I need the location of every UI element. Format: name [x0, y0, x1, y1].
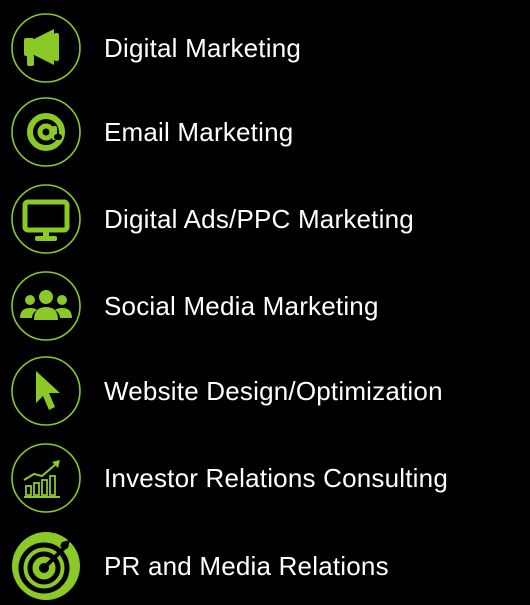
service-item-digital-marketing: Digital Marketing [10, 12, 301, 84]
service-item-email-marketing: Email Marketing [10, 96, 293, 168]
service-item-digital-ads-ppc: Digital Ads/PPC Marketing [10, 183, 414, 255]
service-label: Website Design/Optimization [104, 376, 443, 406]
service-item-website-design: Website Design/Optimization [10, 355, 443, 427]
growth-chart-icon [10, 442, 82, 514]
at-sign-icon [10, 96, 82, 168]
service-label: Social Media Marketing [104, 291, 379, 321]
services-list: Digital Marketing Email Marketing Digita… [0, 0, 530, 605]
service-label: Investor Relations Consulting [104, 463, 448, 493]
service-label: PR and Media Relations [104, 551, 389, 581]
monitor-icon [10, 183, 82, 255]
service-item-investor-relations: Investor Relations Consulting [10, 442, 448, 514]
service-item-social-media: Social Media Marketing [10, 270, 379, 342]
megaphone-icon [10, 12, 82, 84]
service-label: Digital Marketing [104, 33, 302, 63]
service-label: Digital Ads/PPC Marketing [104, 204, 414, 234]
service-item-pr-media: PR and Media Relations [10, 530, 389, 602]
target-dart-icon [10, 530, 82, 602]
users-group-icon [10, 270, 82, 342]
service-label: Email Marketing [104, 117, 294, 147]
cursor-pointer-icon [10, 355, 82, 427]
